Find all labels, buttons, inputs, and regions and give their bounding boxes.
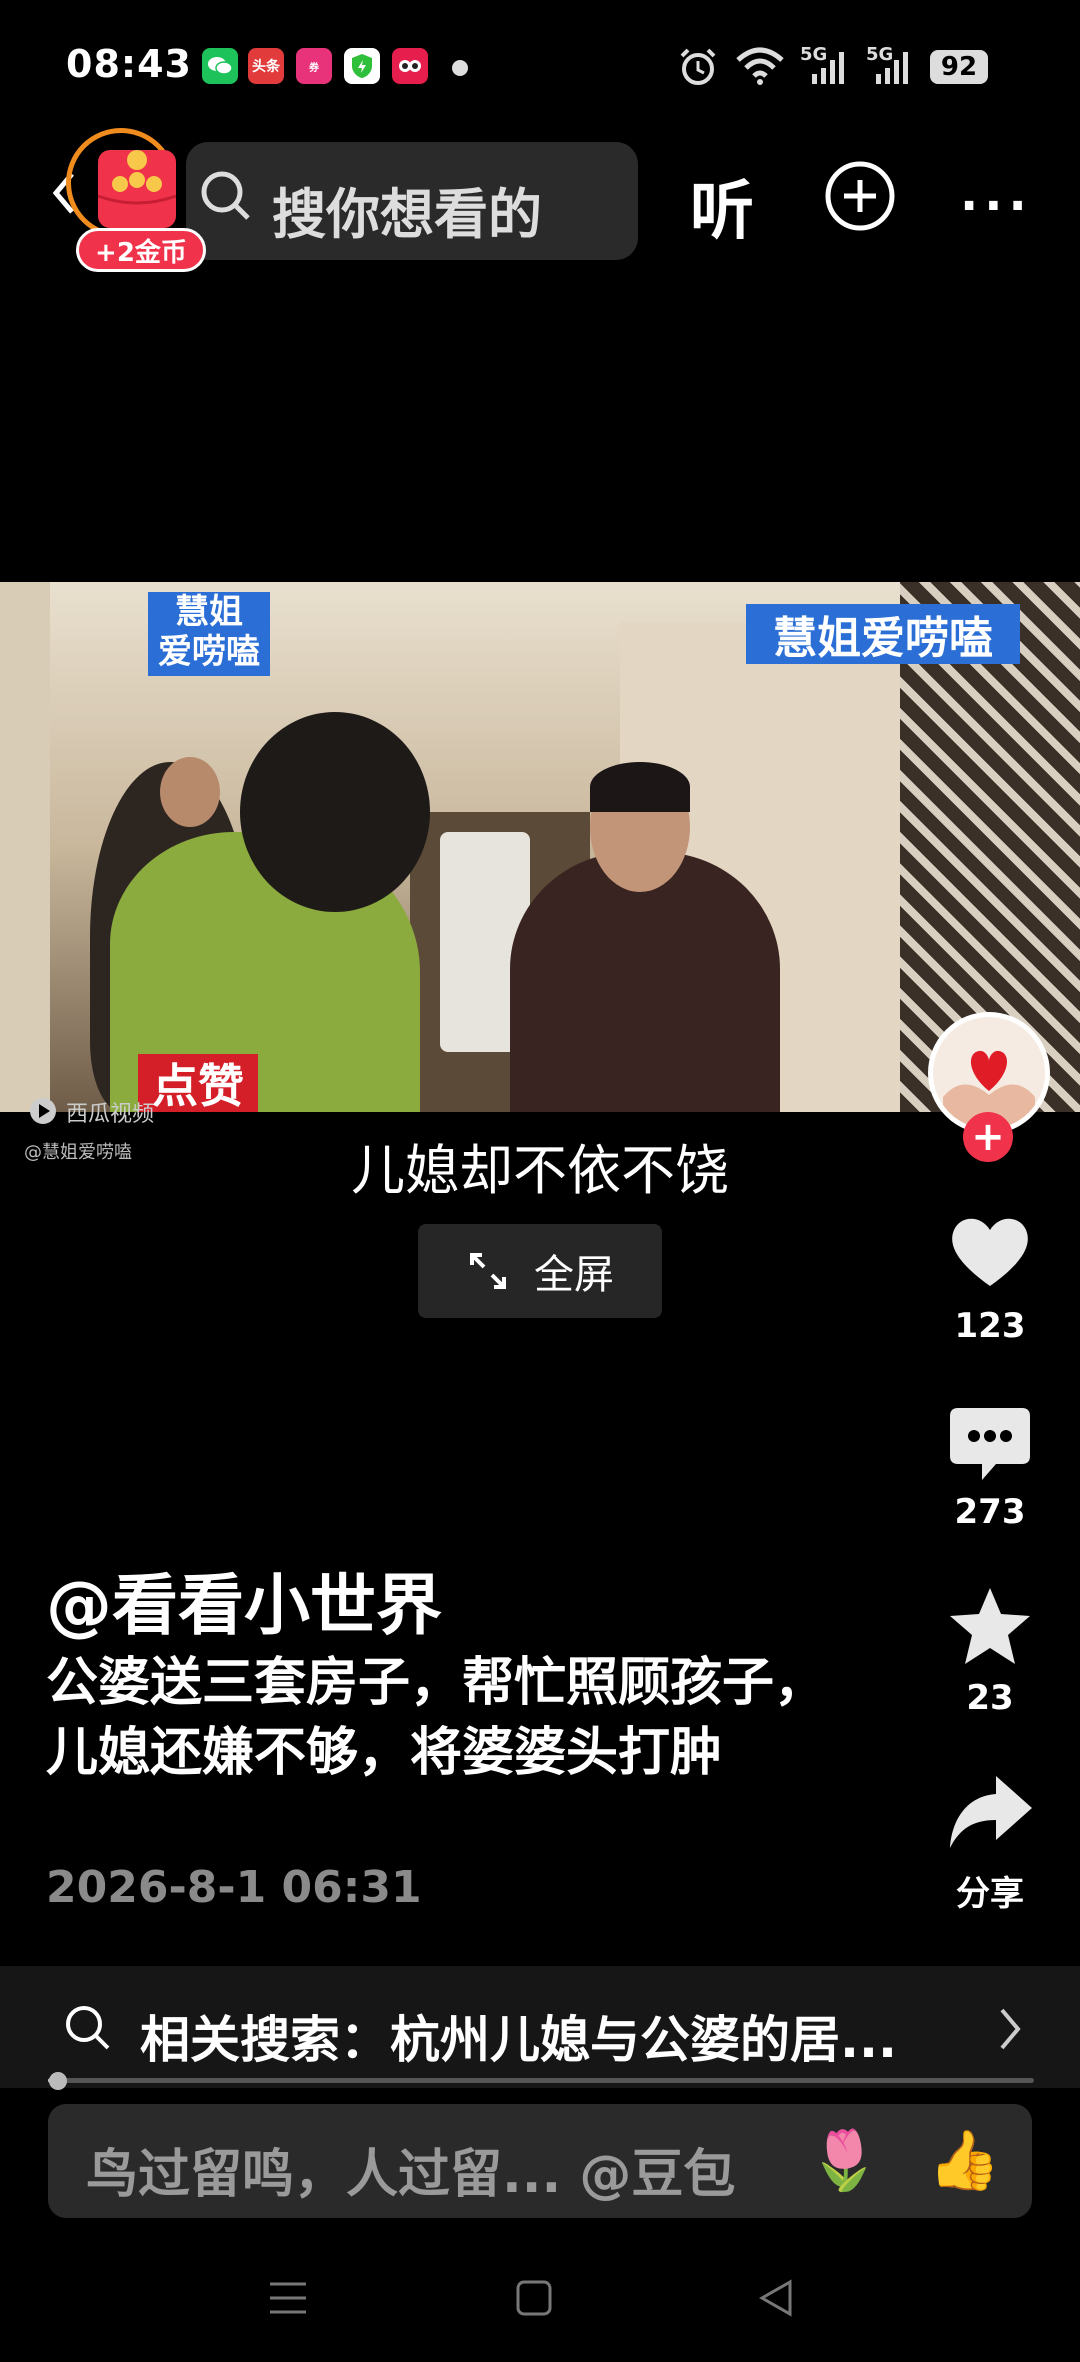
coupon-app-icon: 券 — [296, 48, 332, 84]
douyin-icon — [392, 48, 428, 84]
battery-indicator: 92 — [930, 50, 988, 84]
search-icon — [201, 171, 250, 220]
fullscreen-button[interactable]: 全屏 — [418, 1224, 662, 1318]
status-time: 08:43 — [66, 42, 192, 86]
share-label[interactable]: 分享 — [925, 1866, 1055, 1915]
toutiao-icon: 头条 — [248, 48, 284, 84]
favorite-icon[interactable] — [946, 1584, 1034, 1668]
wechat-icon — [202, 48, 238, 84]
watermark-left: 慧姐 爱唠嗑 — [148, 592, 270, 676]
post-caption: 公婆送三套房子，帮忙照顾孩子，儿媳还嫌不够，将婆婆头打肿 — [46, 1653, 827, 1783]
video-subtitle: 儿媳却不依不饶 — [351, 1139, 729, 1202]
wifi-icon — [736, 47, 784, 85]
fullscreen-label: 全屏 — [534, 1252, 614, 1298]
post-date: 2026-8-1 06:31 — [46, 1862, 422, 1913]
related-search-text[interactable]: 相关搜索：杭州儿媳与公婆的居... — [140, 2000, 897, 2072]
favorite-count: 23 — [966, 1678, 1014, 1718]
signal-2-icon — [876, 52, 908, 84]
progress-track[interactable] — [48, 2078, 1034, 2083]
coin-reward-label[interactable]: +2金币 — [76, 228, 206, 272]
platform-watermark: 西瓜视频 — [66, 1102, 155, 1127]
author-name[interactable]: @看看小世界 — [46, 1552, 442, 1648]
play-icon — [30, 1098, 56, 1124]
chevron-right-icon — [1000, 2008, 1021, 2050]
expand-icon — [470, 1253, 506, 1289]
more-button[interactable]: ··· — [960, 178, 1033, 234]
recent-apps-icon[interactable] — [266, 2278, 310, 2318]
home-icon[interactable] — [514, 2278, 554, 2318]
comment-placeholder[interactable]: 鸟过留鸣，人过留... @豆包 — [86, 2132, 735, 2207]
search-placeholder[interactable]: 搜你想看的 — [272, 170, 542, 249]
share-icon[interactable] — [946, 1772, 1034, 1852]
notification-dot — [452, 60, 468, 76]
like-stamp: 点赞 — [138, 1054, 258, 1113]
security-icon — [344, 48, 380, 84]
like-icon[interactable] — [946, 1210, 1034, 1290]
like-count: 123 — [954, 1306, 1026, 1346]
rose-emoji-button[interactable]: 🌷 — [808, 2126, 880, 2195]
add-button[interactable] — [824, 160, 896, 232]
follow-button[interactable]: + — [963, 1112, 1013, 1162]
watermark-right: 慧姐爱唠嗑 — [746, 604, 1020, 664]
listen-button[interactable]: 听 — [690, 160, 754, 252]
comment-icon[interactable] — [946, 1404, 1034, 1488]
thumbs-up-emoji-button[interactable]: 👍 — [928, 2126, 1000, 2195]
red-packet-icon[interactable] — [97, 150, 177, 228]
related-search-icon — [66, 2006, 110, 2050]
signal-1-icon — [812, 52, 844, 84]
comment-count: 273 — [954, 1492, 1026, 1532]
nav-back-icon[interactable] — [756, 2278, 796, 2318]
progress-knob[interactable] — [48, 2072, 67, 2090]
alarm-icon — [680, 48, 716, 85]
